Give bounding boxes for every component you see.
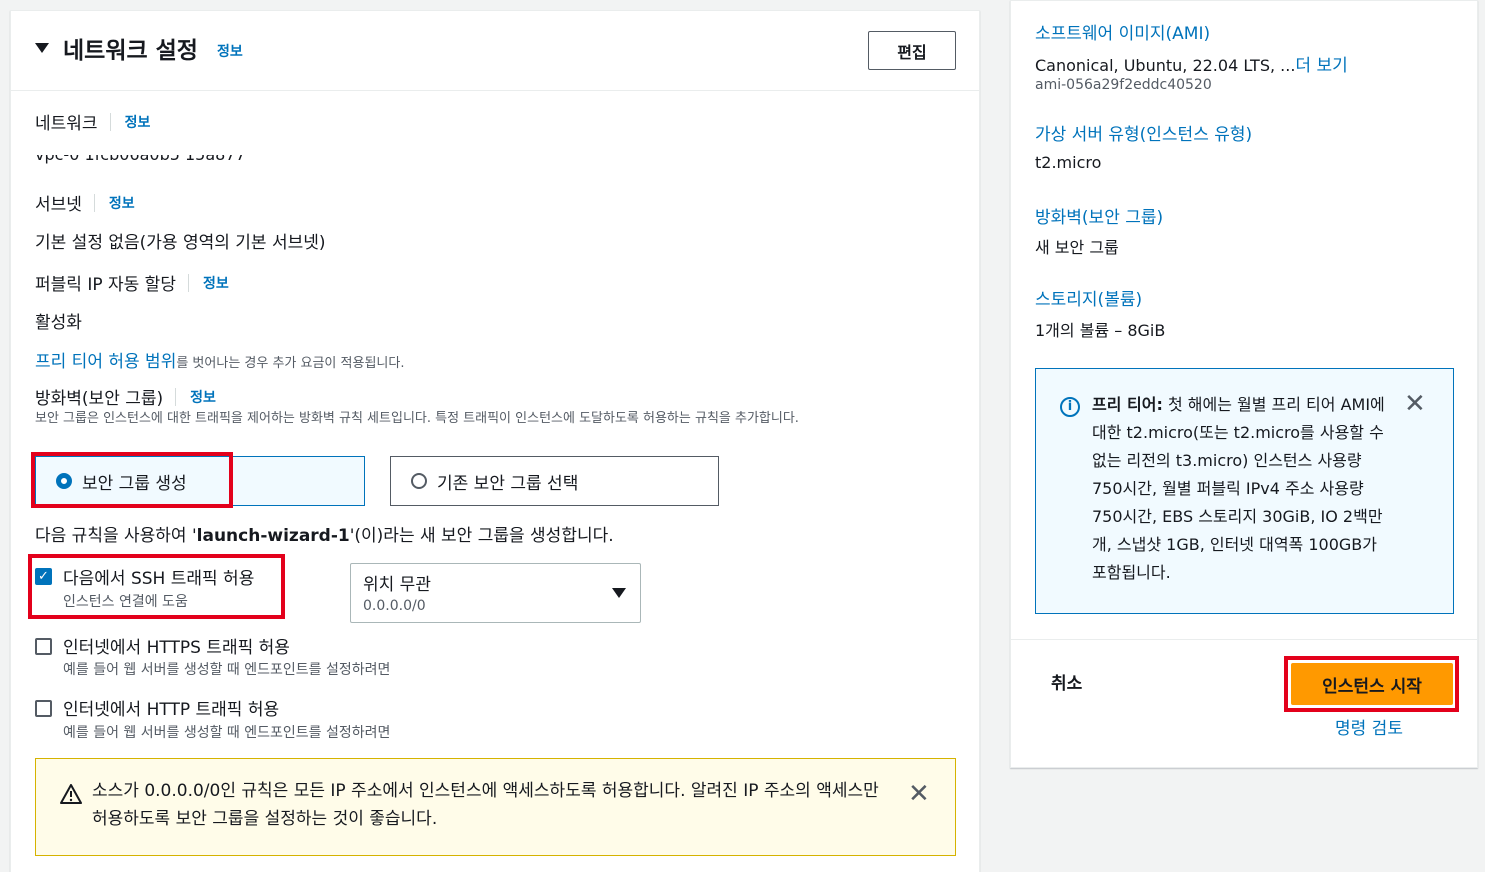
collapse-caret-icon[interactable] <box>35 43 49 53</box>
firewall-label-row: 방화벽(보안 그룹) 정보 <box>35 384 216 409</box>
radio-unselected-icon <box>411 473 427 489</box>
public-ip-value: 활성화 <box>35 313 82 333</box>
public-ip-label: 퍼블릭 IP 자동 할당 <box>35 275 176 295</box>
https-description: 예를 들어 웹 서버를 생성할 때 엔드포인트를 설정하려면 <box>63 662 391 678</box>
create-note-name: launch-wizard-1 <box>196 526 350 546</box>
instance-type-label[interactable]: 가상 서버 유형(인스턴스 유형) <box>1035 120 1252 145</box>
dropdown-arrow-icon <box>612 588 626 598</box>
firewall-label: 방화벽(보안 그룹) <box>35 389 164 409</box>
review-commands-link[interactable]: 명령 검토 <box>1335 714 1403 739</box>
free-tier-info-text: 프리 티어: 첫 해에는 월별 프리 티어 AMI에 대한 t2.micro(또… <box>1092 391 1392 587</box>
storage-label[interactable]: 스토리지(볼륨) <box>1035 285 1142 310</box>
ssh-source-cidr: 0.0.0.0/0 <box>363 598 426 614</box>
panel-title: 네트워크 설정 <box>63 38 198 64</box>
highlight-box-launch <box>1284 656 1459 712</box>
create-note-suffix: '(이)라는 새 보안 그룹을 생성합니다. <box>349 526 614 546</box>
radio-existing-label: 기존 보안 그룹 선택 <box>437 473 579 494</box>
ssh-source-select[interactable]: 위치 무관 0.0.0.0/0 <box>350 563 641 623</box>
edit-button[interactable]: 편집 <box>868 31 956 70</box>
http-label: 인터넷에서 HTTP 트래픽 허용 <box>63 700 280 720</box>
network-value: vpc-0 1fcb06a0b5 15a877 <box>35 155 246 167</box>
highlight-box-create <box>31 452 233 508</box>
create-note-prefix: 다음 규칙을 사용하여 ' <box>35 526 197 546</box>
free-tier-info-box: i 프리 티어: 첫 해에는 월별 프리 티어 AMI에 대한 t2.micro… <box>1035 368 1454 614</box>
free-tier-body: 첫 해에는 월별 프리 티어 AMI에 대한 t2.micro(또는 t2.mi… <box>1092 395 1385 582</box>
warning-text: 소스가 0.0.0.0/0인 규칙은 모든 IP 주소에서 인스턴스에 액세스하… <box>92 781 879 829</box>
close-icon[interactable]: ✕ <box>1404 391 1426 417</box>
free-tier-title: 프리 티어: <box>1092 395 1163 414</box>
radio-existing-security-group[interactable]: 기존 보안 그룹 선택 <box>390 456 719 506</box>
info-icon: i <box>1060 397 1080 417</box>
https-label: 인터넷에서 HTTPS 트래픽 허용 <box>63 638 290 658</box>
cancel-button[interactable]: 취소 <box>1051 669 1082 694</box>
open-source-warning: 소스가 0.0.0.0/0인 규칙은 모든 IP 주소에서 인스턴스에 액세스하… <box>35 758 956 856</box>
free-tier-link[interactable]: 프리 티어 허용 범위 <box>35 352 176 372</box>
http-description: 예를 들어 웹 서버를 생성할 때 엔드포인트를 설정하려면 <box>63 725 391 741</box>
ami-more-link[interactable]: 더 보기 <box>1295 56 1347 76</box>
firewall-summary-label[interactable]: 방화벽(보안 그룹) <box>1035 203 1163 228</box>
ami-value: Canonical, Ubuntu, 22.04 LTS, ... <box>1035 56 1296 75</box>
network-value-text: vpc-0 1fcb06a0b5 15a877 <box>35 155 246 164</box>
network-info-link[interactable]: 정보 <box>125 112 151 132</box>
subnet-label: 서브넷 <box>35 195 82 215</box>
ssh-source-value: 위치 무관 <box>363 575 431 595</box>
create-note: 다음 규칙을 사용하여 'launch-wizard-1'(이)라는 새 보안 … <box>35 521 614 546</box>
warning-icon <box>60 784 82 804</box>
subnet-value: 기본 설정 없음(가용 영역의 기본 서브넷) <box>35 233 326 253</box>
panel-header: 네트워크 설정 정보 편집 <box>11 11 979 91</box>
http-checkbox[interactable] <box>35 700 52 717</box>
divider <box>1011 639 1477 640</box>
network-label-row: 네트워크 정보 <box>35 109 150 134</box>
firewall-description: 보안 그룹은 인스턴스에 대한 트래픽을 제어하는 방화벽 규칙 세트입니다. … <box>35 411 799 426</box>
highlight-box-ssh <box>28 554 285 619</box>
subnet-label-row: 서브넷 정보 <box>35 190 135 215</box>
close-icon[interactable]: ✕ <box>908 781 930 807</box>
title-info-link[interactable]: 정보 <box>217 41 243 61</box>
public-ip-info-link[interactable]: 정보 <box>203 273 229 293</box>
public-ip-label-row: 퍼블릭 IP 자동 할당 정보 <box>35 270 229 295</box>
free-tier-note: 프리 티어 허용 범위를 벗어나는 경우 추가 요금이 적용됩니다. <box>35 347 404 372</box>
summary-panel: 소프트웨어 이미지(AMI) Canonical, Ubuntu, 22.04 … <box>1010 0 1478 768</box>
subnet-info-link[interactable]: 정보 <box>109 193 135 213</box>
https-checkbox[interactable] <box>35 638 52 655</box>
ami-label[interactable]: 소프트웨어 이미지(AMI) <box>1035 19 1210 44</box>
ami-id: ami-056a29f2eddc40520 <box>1035 77 1212 93</box>
network-settings-panel: 네트워크 설정 정보 편집 네트워크 정보 vpc-0 1fcb06a0b5 1… <box>10 10 980 872</box>
ami-value-row: Canonical, Ubuntu, 22.04 LTS, ...더 보기 <box>1035 51 1348 76</box>
storage-value: 1개의 볼륨 – 8GiB <box>1035 321 1166 340</box>
instance-type-value: t2.micro <box>1035 153 1102 172</box>
free-tier-suffix: 를 벗어나는 경우 추가 요금이 적용됩니다. <box>176 356 405 371</box>
network-label: 네트워크 <box>35 114 98 134</box>
firewall-summary-value: 새 보안 그룹 <box>1035 238 1119 257</box>
firewall-info-link[interactable]: 정보 <box>190 387 216 407</box>
